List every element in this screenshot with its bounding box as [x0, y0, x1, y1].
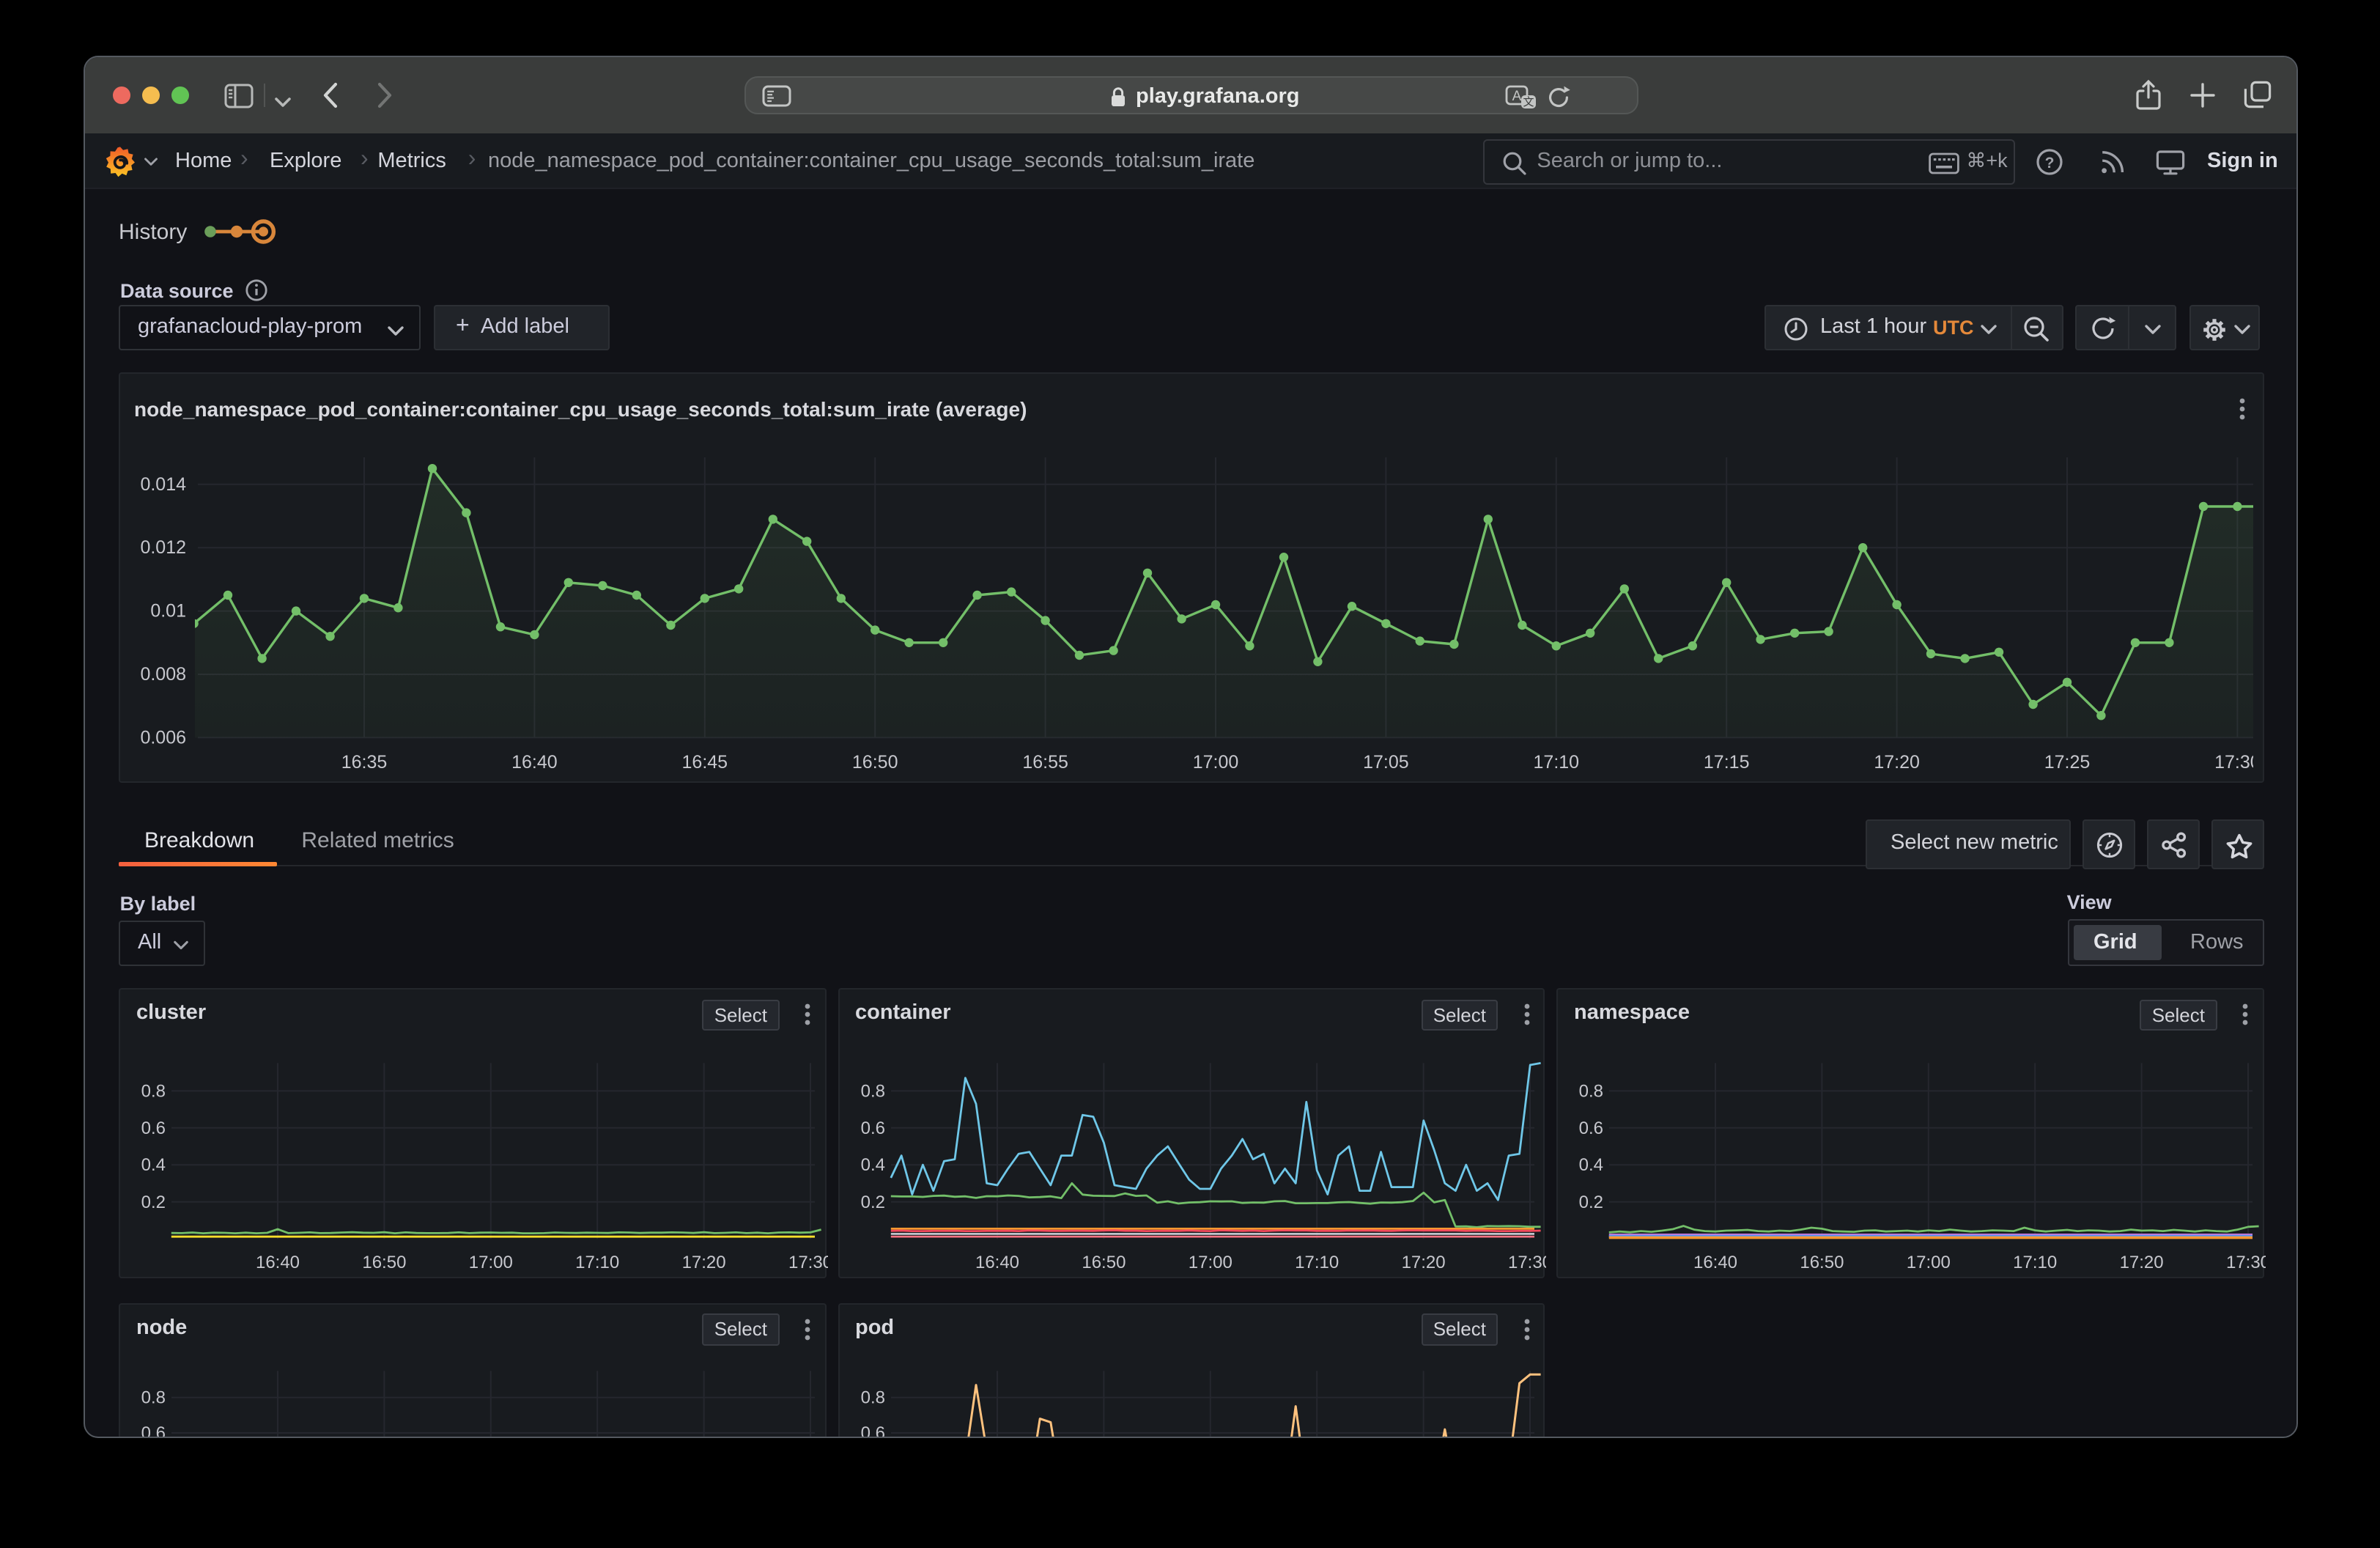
svg-text:0.6: 0.6 [141, 1118, 166, 1138]
svg-text:16:50: 16:50 [362, 1253, 406, 1273]
svg-text:16:40: 16:40 [1693, 1253, 1737, 1273]
svg-text:16:40: 16:40 [511, 752, 558, 773]
svg-text:0.4: 0.4 [860, 1156, 884, 1176]
svg-text:16:50: 16:50 [1081, 1253, 1125, 1273]
svg-text:17:00: 17:00 [469, 1253, 513, 1273]
svg-text:0.4: 0.4 [1579, 1156, 1603, 1176]
svg-text:0.6: 0.6 [141, 1423, 166, 1438]
svg-text:17:30: 17:30 [788, 1253, 827, 1273]
svg-text:16:45: 16:45 [682, 752, 728, 773]
svg-text:0.2: 0.2 [1579, 1193, 1603, 1212]
svg-text:16:50: 16:50 [1800, 1253, 1844, 1273]
svg-text:0.2: 0.2 [141, 1193, 166, 1212]
svg-text:0.012: 0.012 [140, 537, 186, 558]
svg-text:16:40: 16:40 [256, 1253, 300, 1273]
svg-text:0.6: 0.6 [860, 1118, 884, 1138]
svg-text:17:30: 17:30 [1507, 1253, 1546, 1273]
svg-text:17:15: 17:15 [1704, 752, 1750, 773]
svg-text:0.8: 0.8 [1579, 1082, 1603, 1102]
svg-text:文: 文 [1523, 95, 1534, 108]
svg-text:17:20: 17:20 [1401, 1253, 1445, 1273]
svg-text:0.8: 0.8 [860, 1387, 884, 1407]
svg-text:17:20: 17:20 [682, 1253, 726, 1273]
svg-text:17:25: 17:25 [2044, 752, 2091, 773]
svg-text:17:30: 17:30 [2226, 1253, 2265, 1273]
svg-text:16:35: 16:35 [341, 752, 388, 773]
svg-text:?: ? [2045, 155, 2055, 172]
svg-text:17:00: 17:00 [1188, 1253, 1232, 1273]
svg-text:17:10: 17:10 [1534, 752, 1580, 773]
svg-text:16:55: 16:55 [1022, 752, 1068, 773]
svg-text:17:20: 17:20 [1874, 752, 1920, 773]
svg-text:17:10: 17:10 [1294, 1253, 1338, 1273]
svg-text:0.8: 0.8 [141, 1082, 166, 1102]
svg-text:17:00: 17:00 [1193, 752, 1239, 773]
svg-text:0.006: 0.006 [140, 727, 186, 748]
svg-text:0.2: 0.2 [860, 1193, 884, 1212]
svg-text:0.008: 0.008 [140, 664, 186, 685]
svg-text:17:10: 17:10 [575, 1253, 619, 1273]
svg-text:16:40: 16:40 [975, 1253, 1019, 1273]
svg-text:0.014: 0.014 [140, 474, 186, 495]
svg-text:0.01: 0.01 [150, 601, 186, 622]
svg-text:0.8: 0.8 [860, 1082, 884, 1102]
svg-text:17:05: 17:05 [1363, 752, 1409, 773]
svg-text:0.4: 0.4 [141, 1156, 166, 1176]
svg-text:0.8: 0.8 [141, 1387, 166, 1407]
svg-text:0.6: 0.6 [860, 1423, 884, 1438]
svg-text:17:00: 17:00 [1907, 1253, 1951, 1273]
svg-text:17:20: 17:20 [2120, 1253, 2164, 1273]
svg-text:A: A [1512, 88, 1522, 103]
svg-text:0.6: 0.6 [1579, 1118, 1603, 1138]
svg-text:17:10: 17:10 [2013, 1253, 2057, 1273]
svg-text:17:30: 17:30 [2214, 752, 2261, 773]
svg-text:16:50: 16:50 [852, 752, 898, 773]
